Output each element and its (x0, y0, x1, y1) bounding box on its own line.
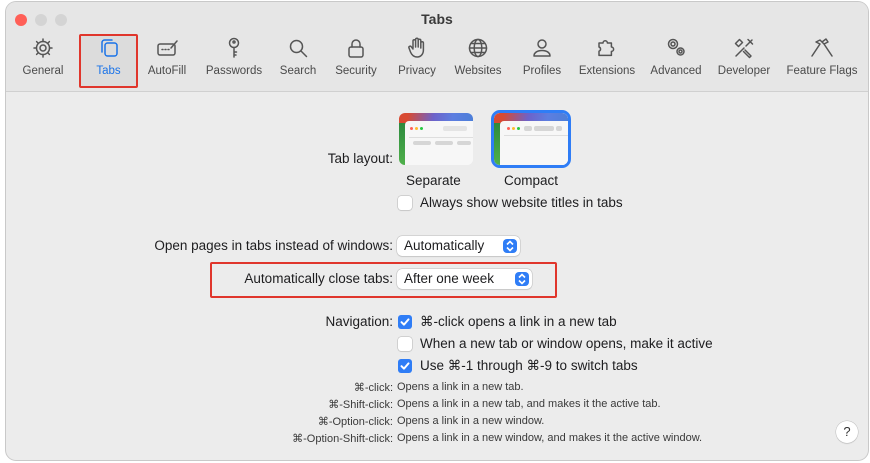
lock-icon (348, 39, 364, 58)
hand-icon (408, 37, 425, 58)
toolbar-advanced[interactable]: Advanced (646, 34, 706, 86)
shortcut-key: ⌘-Option-click: (317, 416, 393, 428)
toolbar-feature-flags[interactable]: Feature Flags (782, 34, 862, 86)
preferences-toolbar: General Tabs AutoFill Passwords Search S… (6, 34, 868, 90)
checkmark-icon (400, 362, 410, 370)
shortcut-description: Opens a link in a new window. (397, 415, 545, 427)
open-pages-popup[interactable]: Automatically (397, 236, 520, 256)
popup-stepper-icon (503, 239, 517, 253)
separate-layout-thumbnail[interactable] (399, 113, 473, 165)
autofill-icon (157, 40, 178, 56)
toolbar-search[interactable]: Search (276, 34, 320, 86)
open-pages-value: Automatically (404, 238, 485, 253)
make-active-label: When a new tab or window opens, make it … (420, 336, 713, 351)
separate-option-label[interactable]: Separate (406, 173, 461, 188)
always-show-titles-label: Always show website titles in tabs (420, 195, 623, 210)
search-icon (289, 39, 308, 58)
tools-icon (734, 38, 754, 59)
auto-close-label: Automatically close tabs: (244, 271, 393, 286)
key-icon (228, 37, 240, 58)
puzzle-icon (598, 40, 615, 57)
toolbar-privacy[interactable]: Privacy (392, 34, 442, 86)
cmd-number-switch-label: Use ⌘-1 through ⌘-9 to switch tabs (420, 358, 638, 373)
globe-icon (468, 38, 488, 58)
cmd-click-new-tab-checkbox[interactable] (398, 315, 412, 329)
shortcut-description: Opens a link in a new tab. (397, 381, 524, 393)
auto-close-popup[interactable]: After one week (397, 269, 532, 289)
toolbar-tabs[interactable]: Tabs (81, 34, 136, 86)
toolbar-passwords[interactable]: Passwords (202, 34, 266, 86)
auto-close-value: After one week (404, 271, 495, 286)
shortcut-key: ⌘-Option-Shift-click: (292, 433, 393, 445)
shortcut-key: ⌘-Shift-click: (328, 399, 393, 411)
checkmark-icon (400, 318, 410, 326)
toolbar-developer[interactable]: Developer (712, 34, 776, 86)
flags-icon (811, 38, 833, 57)
popup-stepper-icon (515, 272, 529, 286)
tabs-icon (100, 39, 118, 57)
always-show-titles-checkbox[interactable] (398, 196, 412, 210)
toolbar-security[interactable]: Security (328, 34, 384, 86)
help-button[interactable]: ? (836, 421, 858, 443)
navigation-label: Navigation: (325, 314, 393, 329)
toolbar-autofill[interactable]: AutoFill (143, 34, 191, 86)
person-icon (533, 39, 551, 57)
compact-layout-thumbnail[interactable] (494, 113, 568, 165)
shortcut-key: ⌘-click: (353, 382, 393, 394)
shortcut-description: Opens a link in a new window, and makes … (397, 432, 703, 444)
toolbar-websites[interactable]: Websites (449, 34, 507, 86)
shortcut-description: Opens a link in a new tab, and makes it … (397, 398, 661, 410)
cmd-click-new-tab-label: ⌘-click opens a link in a new tab (420, 314, 617, 329)
gears-icon (667, 38, 685, 56)
make-active-checkbox[interactable] (398, 337, 412, 351)
toolbar-extensions[interactable]: Extensions (574, 34, 640, 86)
compact-option-label[interactable]: Compact (504, 173, 558, 188)
preferences-window: Tabs General Tabs AutoFill Passwords Sea… (6, 2, 868, 460)
window-title: Tabs (421, 11, 453, 27)
toolbar-profiles[interactable]: Profiles (516, 34, 568, 86)
gear-icon (33, 38, 53, 58)
open-pages-label: Open pages in tabs instead of windows: (154, 238, 393, 253)
toolbar-general[interactable]: General (16, 34, 70, 86)
cmd-number-switch-checkbox[interactable] (398, 359, 412, 373)
tabs-settings-pane: Tab layout: Separate Compact Always show… (6, 93, 868, 460)
tab-layout-label: Tab layout: (327, 151, 393, 166)
